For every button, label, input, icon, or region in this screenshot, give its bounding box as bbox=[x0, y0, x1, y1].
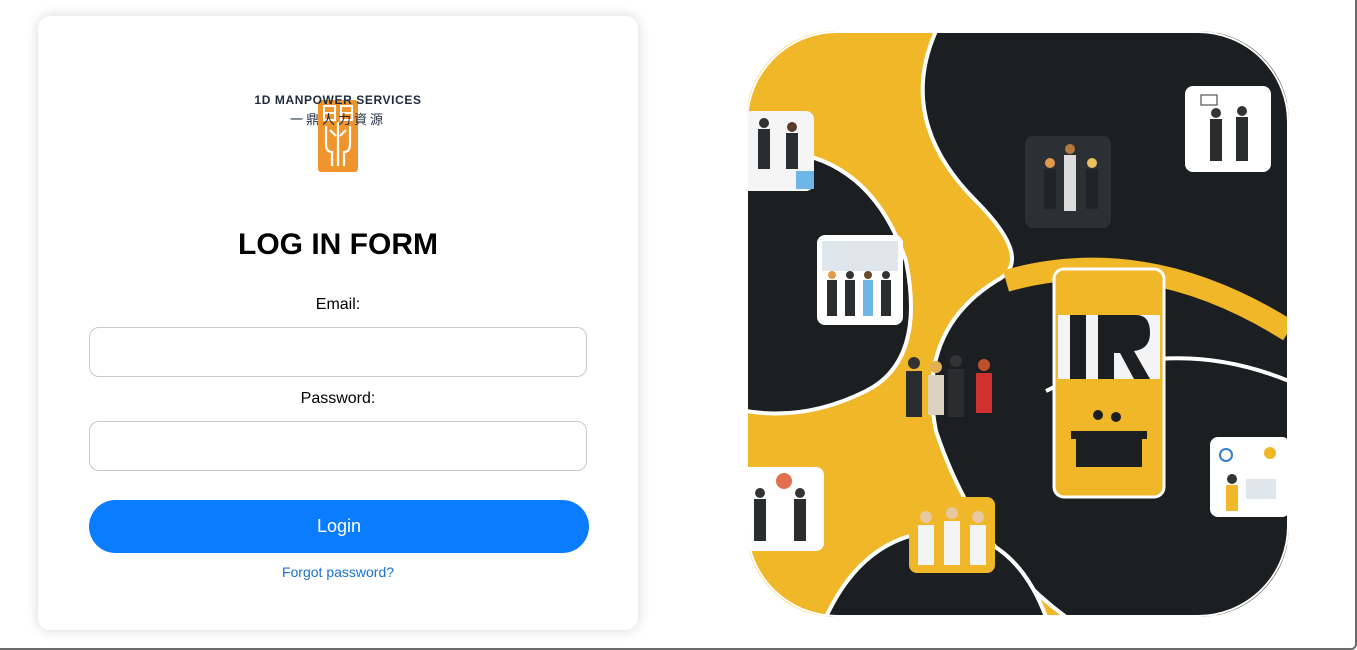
tile-top-right bbox=[1185, 86, 1271, 172]
tile-bottom-left bbox=[746, 467, 824, 551]
brand-name-cn: 一鼎人力資源 bbox=[289, 113, 386, 128]
login-card: 1D MANPOWER SERVICES 一鼎人力資源 LOG IN FORM … bbox=[38, 16, 638, 630]
center-phone-tile bbox=[1052, 267, 1166, 499]
tile-bottom-right bbox=[1210, 437, 1289, 517]
email-field[interactable] bbox=[89, 327, 587, 377]
tile-top-left bbox=[746, 111, 814, 191]
email-label: Email: bbox=[315, 296, 361, 313]
password-label: Password: bbox=[300, 390, 376, 407]
page-title: LOG IN FORM bbox=[238, 228, 438, 261]
forgot-password-link[interactable]: Forgot password? bbox=[282, 564, 394, 580]
brand-name-en: 1D MANPOWER SERVICES bbox=[254, 93, 422, 107]
forgot-password-row: Forgot password? bbox=[38, 564, 638, 580]
password-field[interactable] bbox=[89, 421, 587, 471]
tile-bottom-center bbox=[909, 497, 995, 573]
login-button[interactable]: Login bbox=[89, 500, 589, 553]
tile-top-center bbox=[1025, 136, 1111, 228]
tile-left-team bbox=[817, 235, 903, 325]
hero-illustration bbox=[746, 31, 1289, 617]
